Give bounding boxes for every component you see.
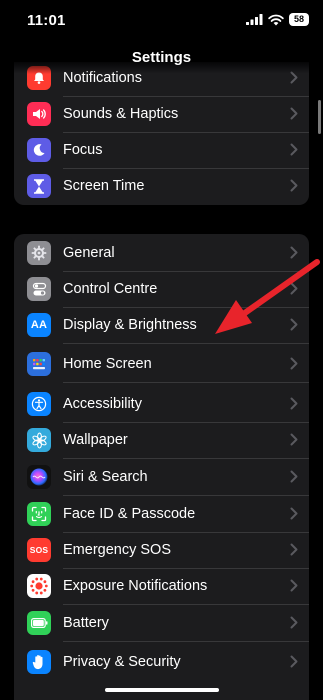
chevron-right-icon — [290, 655, 298, 673]
row-label: Battery — [63, 615, 109, 631]
row-separator — [63, 641, 309, 642]
home-grid-icon — [27, 352, 51, 376]
settings-row-privacy-and-security[interactable]: Privacy & Security — [14, 645, 309, 681]
chevron-right-icon — [290, 507, 298, 525]
settings-row-wallpaper[interactable]: Wallpaper — [14, 423, 309, 459]
text-size-icon: AA — [27, 313, 51, 337]
flower-icon — [27, 428, 51, 452]
icon-text: AA — [30, 319, 48, 331]
row-separator — [63, 604, 309, 605]
row-label: Siri & Search — [63, 469, 148, 485]
chevron-right-icon — [290, 543, 298, 561]
settings-group-2: General Control Centre AA Display & Brightn… — [14, 234, 309, 700]
row-label: Display & Brightness — [63, 317, 197, 333]
battery-indicator: 58 — [289, 13, 309, 26]
settings-group-1: Notifications Sounds & Haptics Focus Screen… — [14, 62, 309, 205]
hand-icon — [27, 650, 51, 674]
signal-icon — [246, 14, 263, 25]
sos-icon: SOS — [27, 538, 51, 562]
chevron-right-icon — [290, 397, 298, 415]
status-bar: 11:01 58 — [0, 0, 323, 40]
speaker-icon — [27, 102, 51, 126]
settings-row-accessibility[interactable]: Accessibility — [14, 387, 309, 423]
row-label: Emergency SOS — [63, 542, 171, 558]
row-label: Privacy & Security — [63, 654, 181, 670]
row-label: Home Screen — [63, 356, 152, 372]
settings-row-screen-time[interactable]: Screen Time — [14, 169, 309, 205]
row-separator — [63, 458, 309, 459]
chevron-right-icon — [290, 433, 298, 451]
settings-row-exposure-notifications[interactable]: Exposure Notifications — [14, 569, 309, 605]
scroll-indicator[interactable] — [318, 100, 321, 134]
row-separator — [63, 343, 309, 344]
chevron-right-icon — [290, 579, 298, 597]
moon-icon — [27, 138, 51, 162]
chevron-right-icon — [290, 282, 298, 300]
face-id-icon — [27, 502, 51, 526]
hourglass-icon — [27, 174, 51, 198]
row-label: Face ID & Passcode — [63, 506, 196, 522]
settings-row-home-screen[interactable]: Home Screen — [14, 347, 309, 383]
row-label: Accessibility — [63, 396, 142, 412]
chevron-right-icon — [290, 470, 298, 488]
row-separator — [63, 495, 309, 496]
row-separator — [63, 382, 309, 383]
row-label: Screen Time — [63, 178, 145, 194]
settings-row-general[interactable]: General — [14, 236, 309, 272]
chevron-right-icon — [290, 246, 298, 264]
chevron-right-icon — [290, 318, 298, 336]
chevron-right-icon — [290, 143, 298, 161]
row-label: Exposure Notifications — [63, 578, 208, 594]
chevron-right-icon — [290, 616, 298, 634]
settings-row-emergency-sos[interactable]: SOS Emergency SOS — [14, 533, 309, 569]
accessibility-icon — [27, 392, 51, 416]
row-label: General — [63, 245, 115, 261]
settings-row-focus[interactable]: Focus — [14, 133, 309, 169]
gear-icon — [27, 241, 51, 265]
home-indicator[interactable] — [105, 688, 219, 692]
row-label: Control Centre — [63, 281, 158, 297]
icon-text: SOS — [29, 545, 49, 555]
chevron-right-icon — [290, 179, 298, 197]
chevron-right-icon — [290, 357, 298, 375]
settings-row-sounds-and-haptics[interactable]: Sounds & Haptics — [14, 97, 309, 133]
settings-row-face-id-and-passcode[interactable]: Face ID & Passcode — [14, 497, 309, 533]
battery-icon — [27, 611, 51, 635]
siri-icon — [27, 465, 51, 489]
row-label: Focus — [63, 142, 103, 158]
settings-row-display-and-brightness[interactable]: AA Display & Brightness — [14, 308, 309, 344]
toggles-icon — [27, 277, 51, 301]
settings-row-battery[interactable]: Battery — [14, 606, 309, 642]
status-icons: 58 — [246, 13, 309, 26]
chevron-right-icon — [290, 107, 298, 125]
status-time: 11:01 — [27, 12, 66, 29]
page-title: Settings — [131, 49, 192, 66]
exposure-icon — [27, 574, 51, 598]
row-label: Wallpaper — [63, 432, 128, 448]
row-label: Sounds & Haptics — [63, 106, 179, 122]
wifi-icon — [268, 14, 284, 25]
settings-row-control-centre[interactable]: Control Centre — [14, 272, 309, 308]
settings-row-siri-and-search[interactable]: Siri & Search — [14, 460, 309, 496]
